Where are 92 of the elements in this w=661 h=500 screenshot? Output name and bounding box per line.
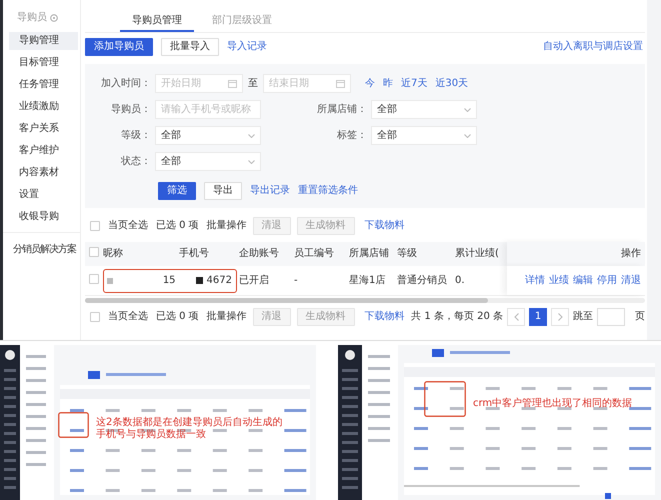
- annotation-text: 这2条数据都是在创建导购员后自动生成的 手机号与导购员数据一致: [96, 417, 282, 441]
- date-shortcut-link[interactable]: 近30天: [435, 78, 468, 90]
- tab[interactable]: 部门层级设置: [200, 0, 284, 32]
- field-label: 导购员：: [110, 104, 152, 116]
- sidebar-item[interactable]: 收银导购: [9, 208, 78, 226]
- column-header: 企助账号: [239, 248, 280, 260]
- row-action-link[interactable]: 清退: [621, 274, 641, 286]
- filter-button[interactable]: 筛选: [158, 182, 196, 200]
- column-header: 昵称: [103, 248, 124, 260]
- sidebar-item[interactable]: 分销员解决方案: [7, 241, 78, 259]
- batch-label: 批量操作: [206, 220, 247, 232]
- row-action-link[interactable]: 详情: [525, 274, 545, 286]
- batch-label: 批量操作: [206, 311, 247, 323]
- table-cell-text: 星海1店: [349, 274, 386, 286]
- chevron-down-icon: [248, 134, 255, 138]
- date-shortcut-link[interactable]: 昨: [383, 78, 393, 90]
- calendar-icon: [228, 79, 237, 88]
- sidebar-item[interactable]: 客户维护: [9, 142, 78, 160]
- row-action-link[interactable]: 业绩: [549, 274, 569, 286]
- checkbox[interactable]: [89, 274, 99, 284]
- table-cell-text: 0.: [455, 274, 466, 286]
- separator-text: 至: [248, 78, 258, 90]
- table-cell-text: 普通分销员: [397, 274, 448, 286]
- sidebar-item[interactable]: 导购管理: [9, 32, 78, 50]
- column-header: 所属店铺: [349, 248, 390, 260]
- download-link[interactable]: 下载物料: [364, 311, 405, 323]
- highlight-frame: [424, 381, 466, 417]
- filter-link[interactable]: 重置筛选条件: [298, 185, 358, 197]
- jump-label: 跳至: [573, 311, 593, 323]
- checkbox[interactable]: [90, 221, 100, 231]
- select-all-label: 当页全选: [108, 220, 148, 232]
- chevron-right-icon: [558, 313, 562, 321]
- tab[interactable]: 导购员管理: [120, 0, 194, 32]
- settings-link[interactable]: 自动入离职与调店设置: [543, 41, 643, 53]
- field-label: 状态：: [120, 156, 152, 168]
- page-suffix-label: 页: [635, 311, 645, 323]
- page-button[interactable]: 1: [529, 308, 547, 326]
- chevron-down-icon: [248, 160, 255, 164]
- sidebar-item[interactable]: 设置: [9, 186, 78, 204]
- selected-count-text: 已选 0 项: [156, 220, 199, 232]
- select-field[interactable]: 全部: [371, 100, 477, 119]
- redaction-mark: [196, 277, 203, 284]
- field-label: 等级：: [120, 130, 152, 142]
- sidebar-item[interactable]: 内容素材: [9, 164, 78, 182]
- next-page-button[interactable]: [551, 308, 569, 326]
- column-header: 手机号: [179, 248, 210, 260]
- select-all-label: 当页全选: [108, 311, 148, 323]
- sidebar-item[interactable]: 目标管理: [9, 54, 78, 72]
- annotation-text: crm中客户管理也出现了相同的数据: [473, 398, 632, 410]
- column-header: 等级: [397, 248, 418, 260]
- row-action-link[interactable]: 编辑: [573, 274, 593, 286]
- search-field[interactable]: 请输入手机号或昵称: [155, 100, 261, 119]
- download-link[interactable]: 下载物料: [364, 220, 405, 232]
- chevron-down-icon: [464, 134, 471, 138]
- select-field[interactable]: 全部: [155, 152, 261, 171]
- select-field[interactable]: 全部: [155, 126, 261, 145]
- date-shortcut-link[interactable]: 近7天: [401, 78, 428, 90]
- calendar-icon: [336, 79, 345, 88]
- column-header: 操作: [621, 248, 641, 260]
- export-button[interactable]: 导出: [204, 182, 242, 200]
- table-cell: 4672: [206, 274, 232, 286]
- pagination-summary: 共 1 条，每页 20 条: [411, 311, 503, 323]
- selected-count-text: 已选 0 项: [156, 311, 199, 323]
- page-jump-field[interactable]: [597, 308, 625, 326]
- highlight-frame: [58, 412, 89, 438]
- checkbox[interactable]: [90, 312, 100, 322]
- table-cell-text: -: [294, 274, 299, 286]
- column-header: 员工编号: [294, 248, 335, 260]
- scrollbar-thumb[interactable]: [85, 298, 488, 303]
- add-button[interactable]: 添加导购员: [85, 38, 153, 56]
- import-record-link[interactable]: 导入记录: [227, 41, 267, 53]
- sidebar-item[interactable]: 客户关系: [9, 120, 78, 138]
- redaction-mark: [107, 278, 113, 284]
- table-cell-text: 已开启: [239, 274, 270, 286]
- filter-link[interactable]: 导出记录: [250, 185, 290, 197]
- column-header: 累计业绩(: [455, 248, 500, 260]
- sidebar-title: 导购员: [17, 12, 47, 24]
- chevron-left-icon: [514, 313, 518, 321]
- date-shortcut-link[interactable]: 今: [365, 78, 375, 90]
- chevron-down-icon: [464, 108, 471, 112]
- row-action-link[interactable]: 停用: [597, 274, 617, 286]
- select-field[interactable]: 全部: [371, 126, 477, 145]
- table-cell: 15: [162, 274, 176, 286]
- field-label: 加入时间：: [100, 78, 152, 90]
- sidebar-item[interactable]: 任务管理: [9, 76, 78, 94]
- field-label: 标签：: [336, 130, 368, 142]
- previous-page-button[interactable]: [507, 308, 525, 326]
- circle-icon: [50, 14, 58, 22]
- checkbox[interactable]: [89, 247, 99, 257]
- field-label: 所属店铺：: [316, 104, 368, 116]
- sidebar-item[interactable]: 业绩激励: [9, 98, 78, 116]
- import-button[interactable]: 批量导入: [161, 38, 219, 56]
